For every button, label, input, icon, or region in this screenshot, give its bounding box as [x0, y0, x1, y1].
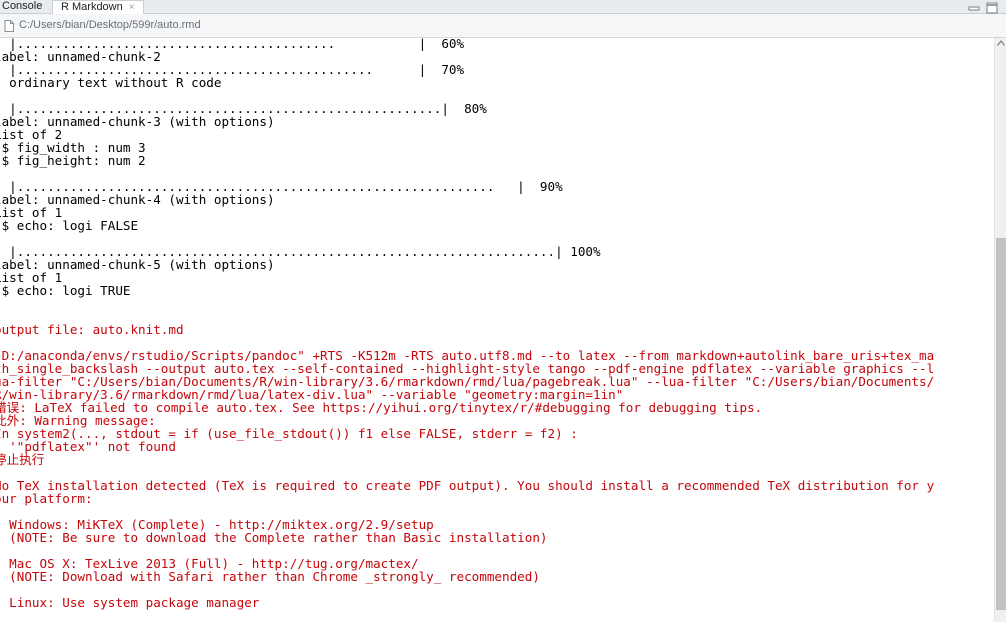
- console-line: List of 1: [0, 270, 63, 285]
- maximize-icon[interactable]: [986, 2, 998, 14]
- console-line: ordinary text without R code: [0, 75, 222, 90]
- file-icon: [4, 20, 14, 32]
- tab-r-markdown[interactable]: R Markdown ×: [52, 0, 144, 15]
- console-line: output file: auto.knit.md: [0, 322, 184, 337]
- render-console[interactable]: |.......................................…: [0, 38, 994, 622]
- minimize-icon[interactable]: [968, 2, 980, 14]
- console-line: $ fig_height: num 2: [0, 153, 146, 168]
- console-line: '"pdflatex"' not found: [0, 439, 176, 454]
- tab-label: R Markdown: [61, 1, 123, 13]
- pane-tab-bar: Console R Markdown ×: [0, 0, 1006, 15]
- console-line: List of 1: [0, 205, 63, 220]
- console-line: (NOTE: Be sure to download the Complete …: [0, 530, 548, 545]
- console-output: |.......................................…: [0, 38, 934, 609]
- close-icon[interactable]: ×: [129, 2, 135, 13]
- console-line: (NOTE: Download with Safari rather than …: [0, 569, 540, 584]
- console-line: label: unnamed-chunk-5 (with options): [0, 257, 275, 272]
- chevron-up-icon[interactable]: [997, 40, 1005, 46]
- console-line: $ echo: logi FALSE: [0, 218, 139, 233]
- console-line: label: unnamed-chunk-4 (with options): [0, 192, 275, 207]
- vertical-scrollbar[interactable]: [994, 38, 1006, 622]
- console-line: 停止执行: [0, 452, 45, 467]
- file-path[interactable]: C:/Users/bian/Desktop/599r/auto.rmd: [19, 19, 201, 31]
- console-line: our platform:: [0, 491, 93, 506]
- tab-console[interactable]: Console: [0, 0, 46, 14]
- path-bar: C:/Users/bian/Desktop/599r/auto.rmd: [0, 2, 1006, 38]
- console-line: No TeX installation detected (TeX is req…: [0, 478, 935, 493]
- console-line: Linux: Use system package manager: [0, 595, 260, 610]
- console-line: label: unnamed-chunk-3 (with options): [0, 114, 275, 129]
- console-line: $ echo: logi TRUE: [0, 283, 131, 298]
- scrollbar-thumb[interactable]: [996, 238, 1006, 610]
